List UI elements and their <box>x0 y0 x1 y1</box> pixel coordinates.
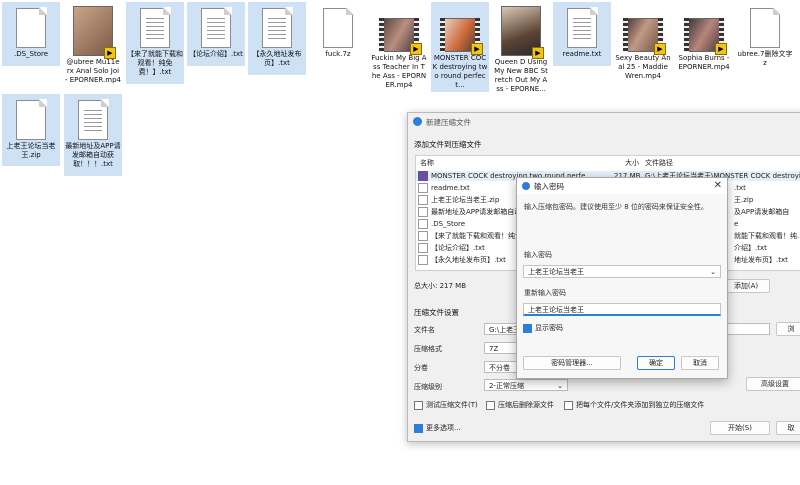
video-thumbnail-icon: ▶ <box>440 18 483 55</box>
chevron-down-icon: ⌄ <box>557 382 563 390</box>
label-password: 输入密码 <box>524 251 552 259</box>
password-manager-button[interactable]: 密码管理器... <box>523 356 621 370</box>
video-file-icon <box>418 171 428 181</box>
text-file-icon <box>567 7 598 48</box>
text-file-icon <box>418 243 428 253</box>
file-txt-latest[interactable]: 最新地址及APP请发邮箱自动获取！！！.txt <box>64 94 122 176</box>
video-thumbnail-icon: ▶ <box>379 18 422 55</box>
file-video-sophia[interactable]: ▶ Sophia Burns - EPORNER.mp4 <box>675 2 733 74</box>
cancel-button[interactable]: 取 <box>776 421 800 435</box>
document-icon <box>16 7 47 48</box>
label-level: 压缩级别 <box>414 383 442 391</box>
level-select[interactable]: 2-正常压缩 ⌄ <box>484 379 568 391</box>
label-filename: 文件名 <box>414 326 435 334</box>
add-button[interactable]: 添加(A) <box>722 279 770 293</box>
password-hint: 输入压缩包密码。建议使用至少 8 位的密码来保证安全性。 <box>524 203 708 211</box>
text-file-icon <box>418 255 428 265</box>
file-txt-download[interactable]: 【来了就能下载和观看！纯免费！】.txt <box>126 2 184 84</box>
label-repeat-password: 重新输入密码 <box>524 289 566 297</box>
column-name[interactable]: 名称 <box>420 158 434 168</box>
file-fuck-7z[interactable]: fuck.7z <box>309 2 367 61</box>
file-video-teacher[interactable]: ▶ Fuckin My Big Ass Teacher In The Ass -… <box>370 2 428 92</box>
archive-file-icon <box>16 99 47 140</box>
show-password-checkbox[interactable]: 显示密码 <box>523 323 563 333</box>
file-txt-intro[interactable]: 【论坛介绍】.txt <box>187 2 245 66</box>
file-txt-permanent[interactable]: 【永久地址发布页】.txt <box>248 2 306 75</box>
chevron-down-icon[interactable]: ⌄ <box>710 266 716 278</box>
video-thumbnail-icon: ▶ <box>73 6 116 59</box>
close-icon[interactable]: ✕ <box>714 180 722 191</box>
dialog-title-bar: 新建压缩文件 <box>408 113 800 131</box>
file-ubree-7z[interactable]: ubree.7删除文字z <box>736 2 794 70</box>
column-size[interactable]: 大小 <box>625 158 639 168</box>
text-file-icon <box>140 7 171 48</box>
more-options-checkbox[interactable]: 更多选项... <box>414 423 461 433</box>
text-file-icon <box>78 99 109 140</box>
archive-file-icon <box>750 7 781 48</box>
text-file-icon <box>418 207 428 217</box>
file-video-ubree[interactable]: ▶ @ubree Mu11erx Anal Solo Joi - EPORNER… <box>64 2 122 87</box>
app-logo-icon <box>413 117 422 126</box>
repeat-password-field[interactable]: 上老王论坛当老王 <box>523 303 721 316</box>
video-thumbnail-icon: ▶ <box>501 6 544 59</box>
video-thumbnail-icon: ▶ <box>684 18 727 55</box>
password-dialog: 输入密码 ✕ 输入压缩包密码。建议使用至少 8 位的密码来保证安全性。 输入密码… <box>516 177 728 379</box>
delete-source-checkbox[interactable]: 压缩后删除源文件 <box>486 400 554 410</box>
advanced-settings-button[interactable]: 高级设置 <box>746 377 800 391</box>
archive-file-icon <box>323 7 354 48</box>
video-thumbnail-icon: ▶ <box>623 18 666 55</box>
file-ds-store[interactable]: .DS_Store <box>2 2 60 66</box>
file-zip-laowang[interactable]: 上老王论坛当老王.zip <box>2 94 60 166</box>
file-video-monster[interactable]: ▶ MONSTER COCK destroying two round perf… <box>431 2 489 92</box>
password-dialog-title-bar: 输入密码 ✕ <box>517 178 727 194</box>
ok-button[interactable]: 确定 <box>637 356 675 370</box>
test-archive-checkbox[interactable]: 测试压缩文件(T) <box>414 400 478 410</box>
section-add-files: 添加文件到压缩文件 <box>414 140 482 149</box>
browse-button[interactable]: 浏 <box>776 322 800 336</box>
section-settings: 压缩文件设置 <box>414 308 459 317</box>
label-split: 分卷 <box>414 364 428 372</box>
password-field[interactable]: 上老王论坛当老王 ⌄ <box>523 265 721 278</box>
password-cancel-button[interactable]: 取消 <box>681 356 719 370</box>
app-logo-icon <box>522 182 530 190</box>
file-video-queen[interactable]: ▶ Queen D Using My New BBC Stretch Out M… <box>492 2 550 96</box>
text-file-icon <box>262 7 293 48</box>
document-icon <box>418 219 428 229</box>
label-format: 压缩格式 <box>414 345 442 353</box>
separate-archives-checkbox[interactable]: 把每个文件/文件夹添加到独立的压缩文件 <box>564 400 704 410</box>
file-readme[interactable]: readme.txt <box>553 2 611 66</box>
text-file-icon <box>418 183 428 193</box>
file-video-sexy[interactable]: ▶ Sexy Beauty Anal 25 - Maddie Wren.mp4 <box>614 2 672 83</box>
text-file-icon <box>418 231 428 241</box>
text-file-icon <box>201 7 232 48</box>
archive-file-icon <box>418 195 428 205</box>
start-button[interactable]: 开始(S) <box>710 421 770 435</box>
total-size: 总大小: 217 MB <box>414 282 467 290</box>
column-path[interactable]: 文件路径 <box>645 158 673 168</box>
